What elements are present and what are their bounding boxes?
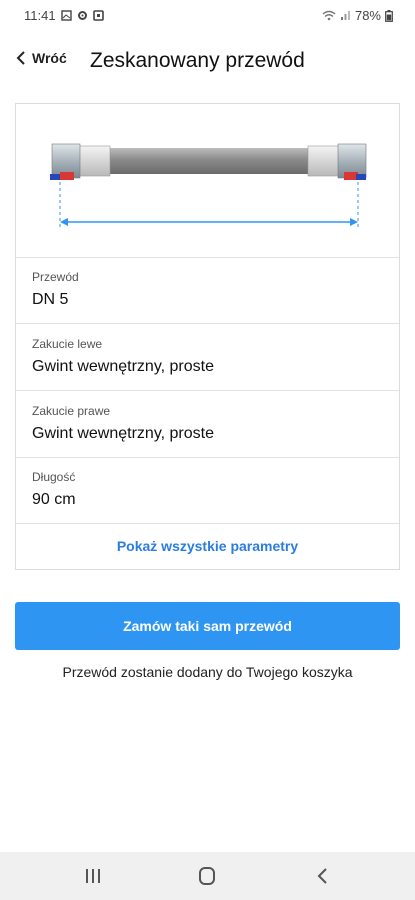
hose-details-card: Przewód DN 5 Zakucie lewe Gwint wewnętrz…: [15, 103, 400, 570]
wifi-icon: [322, 10, 336, 21]
status-bar: 11:41 78%: [0, 0, 415, 32]
param-label: Zakucie prawe: [32, 404, 111, 418]
signal-icon: [340, 11, 350, 20]
app-header: Wróć Zeskanowany przewód: [0, 40, 415, 84]
back-label: Wróć: [32, 50, 67, 66]
param-row-right-fitting: Zakucie prawe Gwint wewnętrzny, proste: [16, 391, 399, 458]
show-all-parameters-link[interactable]: Pokaż wszystkie parametry: [16, 523, 399, 569]
param-label: Zakucie lewe: [32, 337, 103, 351]
param-row-left-fitting: Zakucie lewe Gwint wewnętrzny, proste: [16, 324, 399, 391]
recent-apps-icon[interactable]: [78, 864, 108, 888]
back-button[interactable]: Wróć: [16, 50, 67, 66]
chevron-left-icon: [16, 51, 25, 65]
battery-icon: [385, 9, 393, 22]
page-title: Zeskanowany przewód: [90, 49, 305, 72]
system-nav-bar: [0, 852, 415, 900]
param-value: Gwint wewnętrzny, proste: [32, 425, 214, 442]
battery-percent: 78%: [354, 8, 381, 23]
home-icon[interactable]: [192, 864, 222, 888]
param-value: 90 cm: [32, 491, 76, 508]
hose-illustration: [16, 104, 399, 258]
notification-icon: [92, 10, 104, 21]
status-right: 78%: [322, 8, 393, 23]
order-same-hose-button[interactable]: Zamów taki sam przewód: [15, 602, 400, 650]
status-left: 11:41: [24, 8, 104, 23]
param-value: DN 5: [32, 291, 69, 308]
gallery-icon: [60, 10, 72, 21]
order-note: Przewód zostanie dodany do Twojego koszy…: [62, 664, 353, 680]
back-nav-icon[interactable]: [308, 864, 338, 888]
param-row-hose: Przewód DN 5: [16, 257, 399, 324]
param-row-length: Długość 90 cm: [16, 457, 399, 524]
param-label: Przewód: [32, 270, 79, 284]
hose-image: [50, 143, 367, 228]
param-label: Długość: [32, 470, 76, 484]
settings-icon: [77, 11, 87, 20]
param-value: Gwint wewnętrzny, proste: [32, 358, 214, 375]
status-time: 11:41: [24, 8, 56, 23]
